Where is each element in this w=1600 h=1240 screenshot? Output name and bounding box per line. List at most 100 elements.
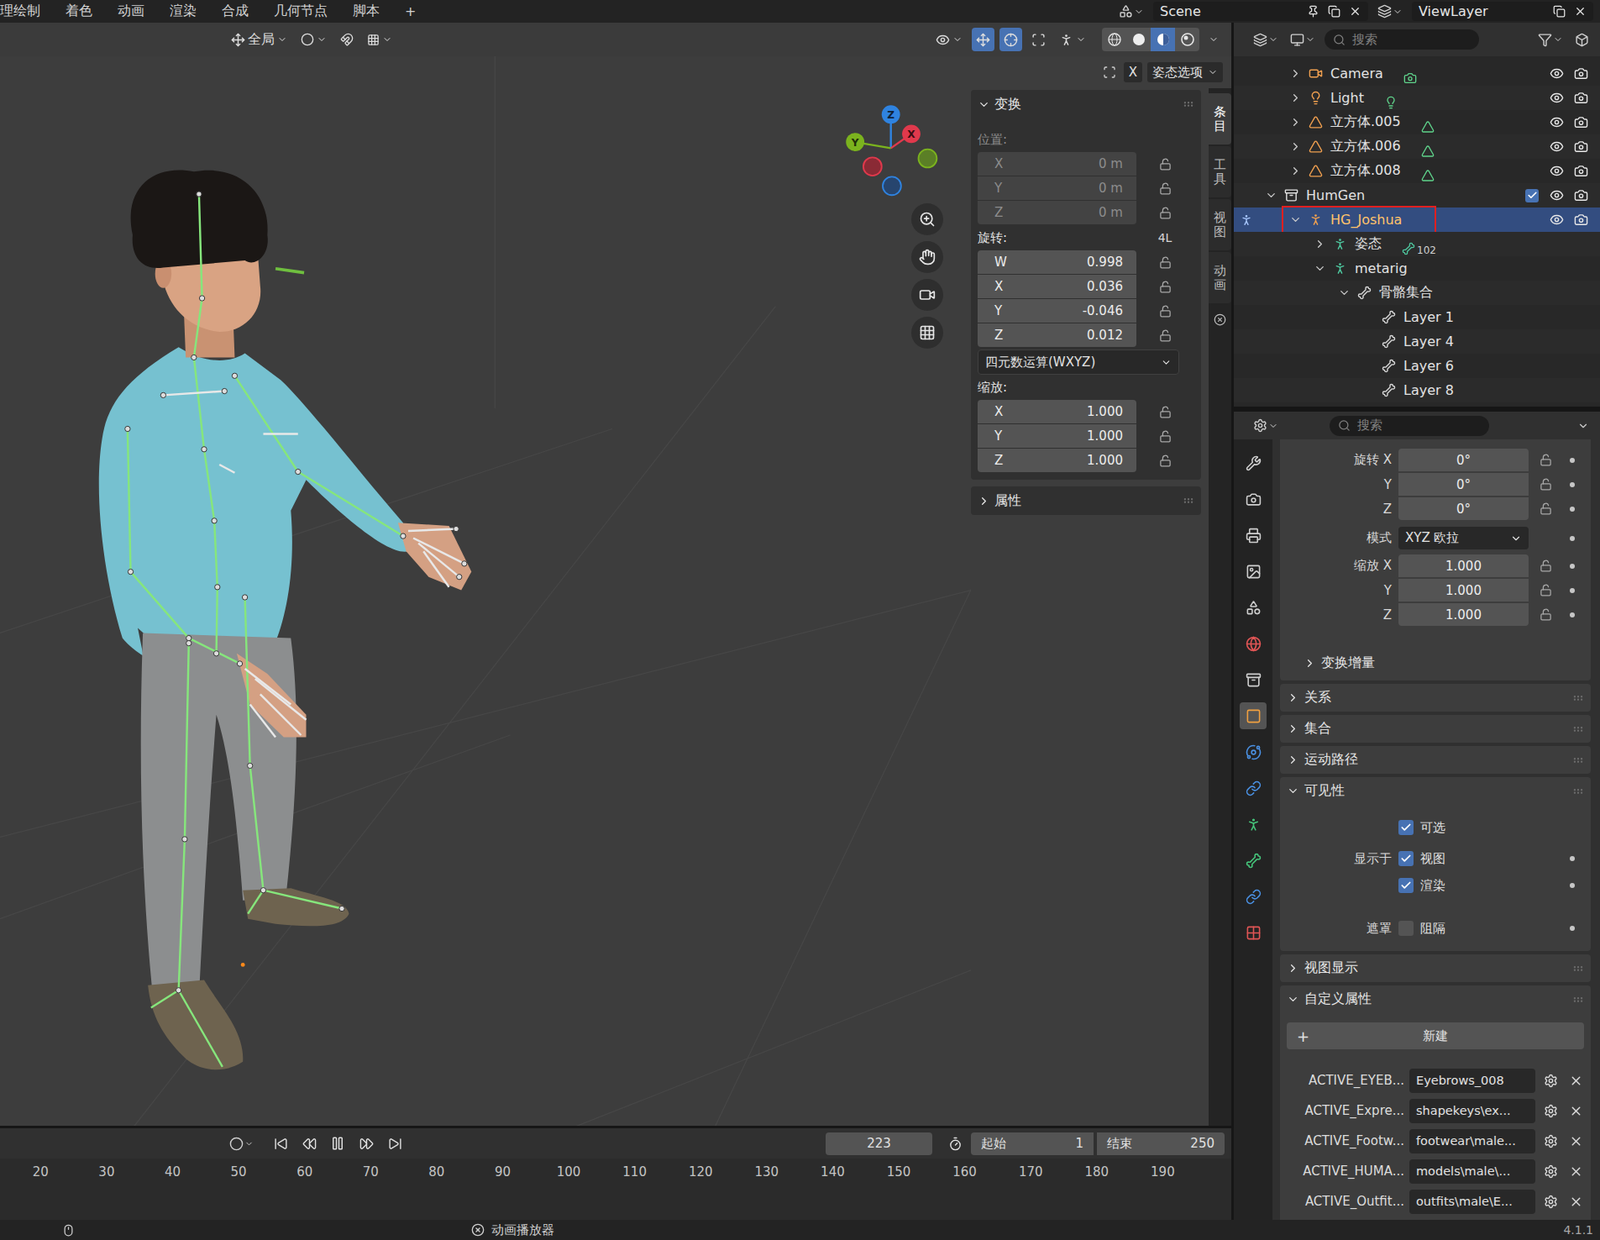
properties-tab[interactable] <box>1239 629 1267 657</box>
mirror-toggle[interactable] <box>1100 65 1119 79</box>
outliner-row[interactable]: Camera <box>1233 61 1600 86</box>
remove-property-button[interactable] <box>1565 1133 1586 1149</box>
render-toggle[interactable] <box>1572 212 1590 227</box>
outliner-row[interactable]: HumGen <box>1233 183 1600 208</box>
number-field[interactable]: X1.000 <box>977 399 1137 424</box>
expand-toggle[interactable] <box>1288 91 1302 105</box>
sidebar-tab[interactable]: 视图 <box>1208 199 1232 251</box>
properties-tab[interactable] <box>1239 521 1267 549</box>
outliner-row[interactable]: HG_Joshua <box>1233 207 1600 232</box>
render-toggle[interactable] <box>1572 115 1590 130</box>
lock-toggle[interactable] <box>1150 329 1180 342</box>
render-toggle[interactable] <box>1572 139 1590 154</box>
shading-button[interactable] <box>1150 27 1176 52</box>
view-layer-menu[interactable] <box>1374 4 1406 19</box>
show-in-checkbox[interactable]: 视图 <box>1398 845 1529 871</box>
number-field[interactable]: Y1.000 <box>977 424 1137 448</box>
keyframe-dot[interactable] <box>1562 587 1583 593</box>
lock-toggle[interactable] <box>1535 608 1556 621</box>
visibility-toggle[interactable] <box>1547 139 1565 154</box>
jump-end-button[interactable] <box>382 1131 408 1155</box>
keyframe-dot[interactable] <box>1562 457 1583 463</box>
snap-toggle[interactable] <box>335 27 358 52</box>
data-link[interactable] <box>1421 111 1435 134</box>
visibility-toggle[interactable] <box>1547 66 1565 81</box>
expand-toggle[interactable] <box>1288 115 1302 129</box>
panel-header[interactable]: 关系 <box>1286 683 1585 712</box>
properties-search[interactable]: 搜索 <box>1329 415 1490 436</box>
number-field[interactable]: X0.036 <box>977 274 1137 299</box>
add-workspace-button[interactable]: + <box>392 0 429 23</box>
addon-tab[interactable] <box>1213 304 1227 335</box>
panel-header[interactable]: 运动路径 <box>1286 745 1585 774</box>
camera-view-button[interactable] <box>911 278 944 311</box>
properties-tab[interactable] <box>1239 918 1267 946</box>
keyframe-dot[interactable] <box>1562 535 1583 541</box>
play-pause-button[interactable] <box>325 1131 351 1155</box>
lock-toggle[interactable] <box>1535 453 1556 467</box>
new-collection-button[interactable] <box>1572 32 1592 48</box>
lock-toggle[interactable] <box>1535 583 1556 597</box>
expand-toggle[interactable] <box>1288 213 1302 226</box>
outliner-row[interactable]: Light <box>1233 85 1600 111</box>
edit-property-button[interactable] <box>1540 1194 1561 1209</box>
options-menu[interactable] <box>1574 419 1592 432</box>
outliner-row[interactable]: 立方体.006 <box>1233 134 1600 159</box>
expand-toggle[interactable] <box>1312 262 1327 275</box>
holdout-checkbox[interactable]: 阻隔 <box>1398 915 1529 941</box>
navigation-gizmo[interactable]: ZXY <box>845 104 937 195</box>
properties-tab[interactable] <box>1239 810 1267 838</box>
visibility-toggle[interactable] <box>1547 90 1565 105</box>
keyframe-dot[interactable] <box>1562 925 1583 931</box>
selectable-checkbox[interactable]: 可选 <box>1398 814 1529 840</box>
property-value[interactable]: footwear\male... <box>1409 1128 1536 1154</box>
shading-button[interactable] <box>1175 27 1200 52</box>
rotation-mode-select[interactable]: 四元数运算(WXYZ) <box>977 349 1180 375</box>
lock-toggle[interactable] <box>1150 182 1180 195</box>
lock-toggle[interactable] <box>1150 405 1180 419</box>
pivot-menu[interactable] <box>296 27 331 52</box>
scale-field[interactable]: 1.000 <box>1398 554 1529 578</box>
keyframe-dot[interactable] <box>1562 482 1583 488</box>
properties-tab[interactable] <box>1239 774 1267 802</box>
outliner-search[interactable]: 搜索 <box>1324 29 1480 50</box>
panel-header[interactable]: 视图显示 <box>1286 954 1585 982</box>
current-frame-field[interactable]: 223 <box>825 1132 933 1155</box>
expand-toggle[interactable] <box>1337 286 1351 300</box>
scale-field[interactable]: 1.000 <box>1398 603 1529 626</box>
keyframe-dot[interactable] <box>1562 882 1583 888</box>
editor-type-menu[interactable] <box>1250 32 1281 48</box>
lock-toggle[interactable] <box>1150 206 1180 220</box>
properties-tab[interactable] <box>1239 882 1267 910</box>
edit-property-button[interactable] <box>1540 1073 1561 1088</box>
data-link[interactable] <box>1384 87 1398 110</box>
keyframe-dot[interactable] <box>1562 855 1583 861</box>
expand-toggle[interactable] <box>1288 67 1302 80</box>
frame-ruler[interactable]: 2030405060708090100110120130140150160170… <box>0 1158 1232 1186</box>
start-frame-field[interactable]: 起始1 <box>970 1132 1094 1155</box>
outliner-row[interactable]: 骨骼集合 <box>1233 280 1600 305</box>
remove-property-button[interactable] <box>1565 1194 1586 1209</box>
property-value[interactable]: shapekeys\ex... <box>1409 1098 1536 1123</box>
pan-button[interactable] <box>911 241 944 273</box>
orientation-menu[interactable]: 全局 <box>226 27 292 52</box>
render-toggle[interactable] <box>1572 66 1590 81</box>
property-value[interactable]: Eyebrows_008 <box>1409 1068 1536 1093</box>
render-toggle[interactable] <box>1572 90 1590 105</box>
keyframe-dot[interactable] <box>1562 612 1583 618</box>
scene-field[interactable]: Scene <box>1153 1 1369 21</box>
properties-tab[interactable] <box>1239 449 1267 477</box>
expand-toggle[interactable] <box>1312 237 1327 251</box>
workspace-tab[interactable]: 合成 <box>209 0 262 23</box>
workspace-tab[interactable]: 几何节点 <box>261 0 341 23</box>
sidebar-tab[interactable]: 动画 <box>1208 251 1232 304</box>
scene-menu[interactable] <box>1116 4 1147 19</box>
lock-toggle[interactable] <box>1150 157 1180 171</box>
workspace-tab[interactable]: 脚本 <box>340 0 393 23</box>
lock-toggle[interactable] <box>1535 559 1556 572</box>
number-field[interactable]: Z1.000 <box>977 448 1137 473</box>
outliner-row[interactable]: Layer 4 <box>1233 329 1600 354</box>
armature-bones[interactable] <box>125 191 467 1067</box>
data-link[interactable] <box>1403 62 1417 85</box>
pose-options-menu[interactable]: 姿态选项 <box>1147 62 1223 83</box>
